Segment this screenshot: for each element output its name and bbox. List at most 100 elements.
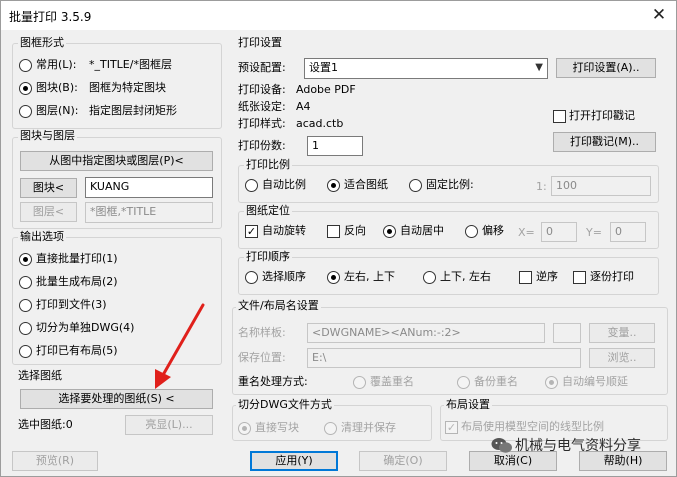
- scale-fit-label: 适合图纸: [344, 178, 388, 191]
- order-radio-selection[interactable]: [245, 271, 258, 284]
- paper-label: 纸张设定:: [238, 100, 286, 113]
- title-bar: 批量打印 3.5.9 ✕: [1, 1, 676, 30]
- rename-radio-overwrite[interactable]: [353, 376, 366, 389]
- style-label: 打印样式:: [238, 117, 286, 130]
- print-order-heading: 打印顺序: [244, 250, 292, 264]
- select-drawings-heading: 选择图纸: [18, 369, 62, 382]
- block-layer-heading: 图块与图层: [18, 129, 77, 143]
- selected-drawings-count: 选中图纸:0: [18, 418, 73, 431]
- block-button[interactable]: 图块<: [20, 178, 77, 198]
- ok-button[interactable]: 确定(O): [359, 451, 447, 471]
- offset-x-field[interactable]: 0: [541, 222, 577, 242]
- output-radio-direct-print[interactable]: [19, 253, 32, 266]
- file-naming-heading: 文件/布局名设置: [236, 299, 321, 313]
- split-dwg-heading: 切分DWG文件方式: [236, 398, 334, 412]
- red-arrow-annotation: [155, 303, 205, 389]
- position-radio-center[interactable]: [383, 225, 396, 238]
- split-purge-save-label: 清理并保存: [341, 421, 396, 434]
- order-radio-top-bottom[interactable]: [423, 271, 436, 284]
- frame-style-radio-block[interactable]: [19, 82, 32, 95]
- order-selection-label: 选择顺序: [262, 270, 306, 283]
- scale-radio-auto[interactable]: [245, 179, 258, 192]
- save-location-field[interactable]: E:\: [307, 348, 581, 368]
- rename-backup-label: 备份重名: [474, 375, 518, 388]
- name-sample-field[interactable]: <DWGNAME><ANum:-:2>: [307, 323, 545, 343]
- open-print-stamp-label: 打开打印戳记: [569, 109, 635, 122]
- reverse-order-checkbox[interactable]: [519, 271, 532, 284]
- scale-radio-fixed[interactable]: [409, 179, 422, 192]
- preset-value: 设置1: [309, 61, 338, 74]
- reverse-rotate-checkbox[interactable]: [327, 225, 340, 238]
- page-by-page-checkbox[interactable]: [573, 271, 586, 284]
- page-by-page-label: 逐份打印: [590, 270, 634, 283]
- offset-x-label: X=: [518, 226, 535, 239]
- frame-style-radio-layer[interactable]: [19, 105, 32, 118]
- frame-style-layer-label: 图层(N):: [36, 104, 79, 117]
- scale-ratio-field[interactable]: 100: [551, 176, 651, 196]
- layer-button[interactable]: 图层<: [20, 202, 77, 222]
- open-print-stamp-checkbox[interactable]: [553, 110, 566, 123]
- output-print-existing-layouts-label: 打印已有布局(5): [36, 344, 118, 357]
- rename-radio-backup[interactable]: [457, 376, 470, 389]
- split-radio-write-block[interactable]: [238, 422, 251, 435]
- device-value: Adobe PDF: [296, 83, 356, 96]
- close-icon[interactable]: ✕: [648, 5, 670, 25]
- name-suffix-field[interactable]: [553, 323, 581, 343]
- output-radio-print-to-file[interactable]: [19, 299, 32, 312]
- batch-print-dialog: 批量打印 3.5.9 ✕ 图框形式 常用(L): *_TITLE/*图框层 图块…: [0, 0, 677, 477]
- positioning-heading: 图纸定位: [244, 204, 292, 218]
- split-write-block-label: 直接写块: [255, 421, 299, 434]
- change-variable-button[interactable]: 变量..: [589, 323, 655, 343]
- reverse-rotate-label: 反向: [344, 224, 366, 237]
- auto-rotate-label: 自动旋转: [262, 224, 306, 237]
- preset-dropdown[interactable]: 设置1 ▼: [304, 58, 548, 79]
- preview-button[interactable]: 预览(R): [12, 451, 98, 471]
- layer-name-field[interactable]: *图框,*TITLE: [85, 202, 213, 223]
- output-radio-print-existing-layouts[interactable]: [19, 345, 32, 358]
- order-left-right-label: 左右, 上下: [344, 270, 395, 283]
- offset-y-field[interactable]: 0: [610, 222, 646, 242]
- position-offset-label: 偏移: [482, 224, 504, 237]
- block-name-field[interactable]: KUANG: [85, 177, 213, 198]
- apply-button[interactable]: 应用(Y): [250, 451, 338, 471]
- output-radio-split-dwg[interactable]: [19, 322, 32, 335]
- watermark-text: 机械与电气资料分享: [515, 438, 641, 454]
- offset-y-label: Y=: [586, 226, 602, 239]
- rename-auto-number-label: 自动编号顺延: [562, 375, 628, 388]
- scale-radio-fit[interactable]: [327, 179, 340, 192]
- copies-field[interactable]: 1: [307, 136, 363, 156]
- frame-style-radio-common[interactable]: [19, 59, 32, 72]
- auto-rotate-checkbox[interactable]: ✓: [245, 225, 258, 238]
- print-stamp-button[interactable]: 打印戳记(M)..: [553, 132, 656, 152]
- position-center-label: 自动居中: [400, 224, 444, 237]
- rename-overwrite-label: 覆盖重名: [370, 375, 414, 388]
- device-label: 打印设备:: [238, 83, 286, 96]
- frame-style-heading: 图框形式: [18, 36, 66, 50]
- print-scale-heading: 打印比例: [244, 158, 292, 172]
- highlight-button[interactable]: 亮显(L)...: [125, 415, 213, 435]
- pick-block-layer-button[interactable]: 从图中指定图块或图层(P)<: [20, 151, 213, 171]
- style-value: acad.ctb: [296, 117, 344, 130]
- frame-style-block-value: 图框为特定图块: [89, 81, 166, 94]
- rename-radio-auto-number[interactable]: [545, 376, 558, 389]
- output-generate-layouts-label: 批量生成布局(2): [36, 275, 118, 288]
- preset-label: 预设配置:: [238, 61, 286, 74]
- paper-value: A4: [296, 100, 311, 113]
- browse-button[interactable]: 浏览..: [589, 348, 655, 368]
- position-radio-offset[interactable]: [465, 225, 478, 238]
- copies-label: 打印份数:: [238, 139, 286, 152]
- output-radio-generate-layouts[interactable]: [19, 276, 32, 289]
- print-settings-button[interactable]: 打印设置(A)..: [556, 58, 656, 78]
- layout-linetype-scale-checkbox[interactable]: ✓: [445, 421, 458, 434]
- output-options-heading: 输出选项: [18, 230, 66, 244]
- split-radio-purge-save[interactable]: [324, 422, 337, 435]
- scale-auto-label: 自动比例: [262, 178, 306, 191]
- frame-style-layer-value: 指定图层封闭矩形: [89, 104, 177, 117]
- frame-style-block-label: 图块(B):: [36, 81, 78, 94]
- output-print-to-file-label: 打印到文件(3): [36, 298, 107, 311]
- wechat-icon: [491, 438, 512, 453]
- order-radio-left-right[interactable]: [327, 271, 340, 284]
- scale-fixed-label: 固定比例:: [426, 178, 474, 191]
- frame-style-common-value: *_TITLE/*图框层: [89, 58, 172, 71]
- scale-ratio-left: 1:: [536, 180, 547, 193]
